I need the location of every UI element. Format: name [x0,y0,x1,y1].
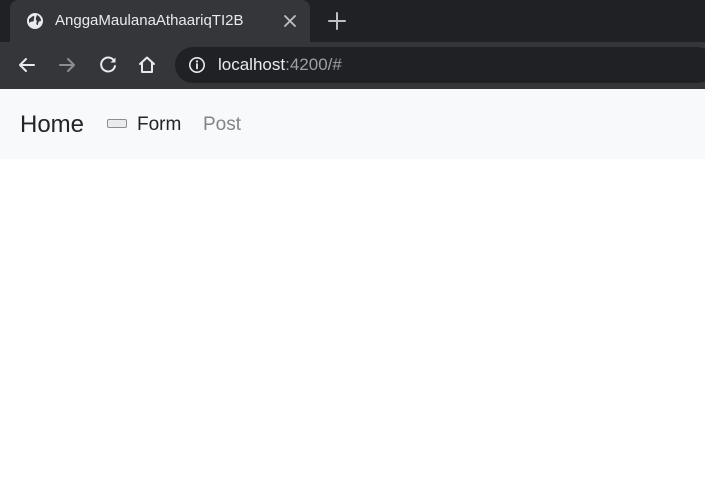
page-content [0,159,705,490]
browser-tab[interactable]: AnggaMaulanaAthaariqTI2B [10,0,310,42]
plus-icon[interactable] [326,10,348,32]
navbar-toggler-button[interactable] [107,119,127,128]
arrow-left-icon[interactable] [15,53,39,77]
info-icon[interactable] [188,56,206,74]
nav-link-post[interactable]: Post [203,114,241,136]
nav-link-form[interactable]: Form [137,114,181,136]
url-text: localhost:4200/# [218,55,342,75]
home-icon[interactable] [135,53,159,77]
navbar-brand[interactable]: Home [20,111,84,139]
url-path: :4200/# [285,55,342,74]
globe-icon [27,13,43,29]
reload-icon[interactable] [96,53,120,77]
address-bar[interactable]: localhost:4200/# [175,47,705,83]
url-host: localhost [218,55,286,74]
close-icon[interactable] [281,12,299,30]
tab-title: AnggaMaulanaAthaariqTI2B [55,12,244,29]
browser-toolbar: localhost:4200/# [0,42,705,89]
app-navbar: Home Form Post [0,89,705,159]
tab-strip: AnggaMaulanaAthaariqTI2B [0,0,705,42]
arrow-right-icon[interactable] [55,53,79,77]
